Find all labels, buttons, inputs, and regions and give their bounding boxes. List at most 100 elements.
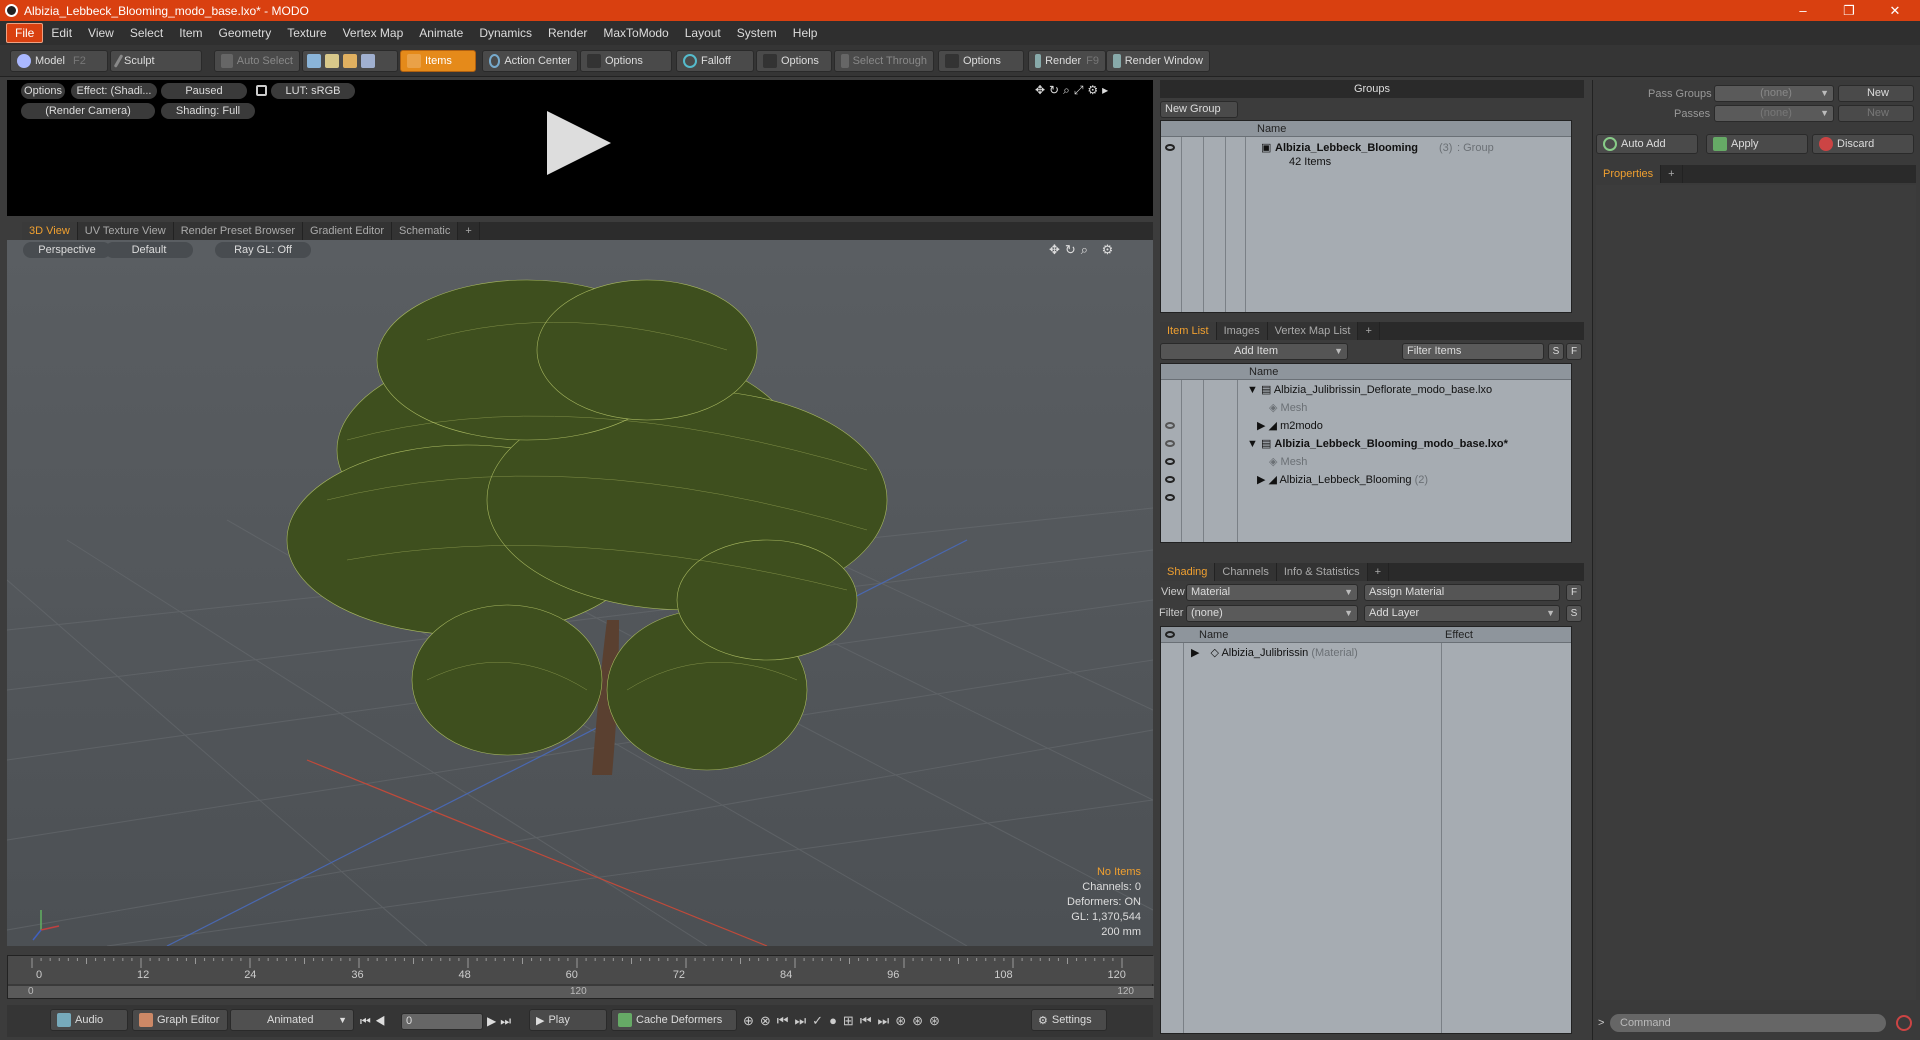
material-row[interactable]: ▶ ◇ Albizia_Julibrissin (Material) [1191,644,1358,662]
tab-properties[interactable]: Properties [1596,165,1662,183]
menu-texture[interactable]: Texture [279,24,334,42]
tab-info-statistics[interactable]: Info & Statistics [1276,563,1368,581]
restore-button[interactable]: ❐ [1826,0,1872,21]
menu-animate[interactable]: Animate [411,24,471,42]
view-dropdown[interactable]: Material ▼ [1186,584,1358,601]
menu-system[interactable]: System [729,24,785,42]
auto-add-button[interactable]: Auto Add [1596,134,1698,154]
list-item[interactable]: ▶ ◢ m2modo [1239,417,1323,435]
audio-button[interactable]: Audio [50,1009,128,1031]
lut-dropdown[interactable]: LUT: sRGB [271,83,355,99]
apply-button[interactable]: Apply [1706,134,1808,154]
menu-edit[interactable]: Edit [43,24,80,42]
materials-mode-icon[interactable] [361,54,375,68]
select-through-options-button[interactable]: Options [938,50,1024,72]
tab-3d-view[interactable]: 3D View [22,222,78,240]
shading-f-button[interactable]: F [1566,584,1582,601]
raygl-dropdown[interactable]: Ray GL: Off [215,242,311,258]
falloff-button[interactable]: Falloff [676,50,754,72]
pass-groups-dropdown[interactable]: (none) ▼ [1714,85,1834,102]
group-row[interactable]: ▣ Albizia_Lebbeck_Blooming (3) : Group [1165,139,1494,157]
add-layer-dropdown[interactable]: Add Layer ▼ [1364,605,1560,622]
new-pass-group-button[interactable]: New [1838,85,1914,102]
select-through-button[interactable]: Select Through [834,50,934,72]
tab-item-list[interactable]: Item List [1160,322,1217,340]
menu-maxtomodo[interactable]: MaxToModo [595,24,676,42]
eye-icon[interactable] [1165,144,1175,151]
auto-select-button[interactable]: Auto Select [214,50,300,72]
shading-s-button[interactable]: S [1566,605,1582,622]
menu-geometry[interactable]: Geometry [211,24,280,42]
minimize-button[interactable]: – [1780,0,1826,21]
preview-options-button[interactable]: Options [21,83,65,99]
timeline-range-bar[interactable]: 0 120 120 [8,986,1154,998]
eye-icon[interactable] [1165,458,1175,465]
command-input[interactable]: Command [1610,1014,1886,1032]
list-item[interactable]: ◈ Mesh [1239,453,1307,471]
add-tab-button[interactable]: + [1368,563,1390,581]
render-button[interactable]: Render F9 [1028,50,1106,72]
tab-images[interactable]: Images [1216,322,1268,340]
add-tab-button[interactable]: + [458,222,480,240]
menu-item[interactable]: Item [171,24,210,42]
projection-dropdown[interactable]: Perspective [23,242,111,258]
passes-dropdown[interactable]: (none) ▼ [1714,105,1834,122]
tab-channels[interactable]: Channels [1215,563,1277,581]
eye-icon[interactable] [1165,440,1175,447]
eye-icon[interactable] [1165,476,1175,483]
filter-items-input[interactable]: Filter Items [1402,343,1544,360]
model-button[interactable]: Model F2 [10,50,108,72]
cache-deformers-button[interactable]: Cache Deformers [611,1009,737,1031]
tab-shading[interactable]: Shading [1160,563,1216,581]
viewport-nav-icons[interactable]: ✥↻⌕ ⚙ [1049,242,1118,258]
key-tool-icons[interactable]: ⊕⊗⏮⏭✓●⊞⏮⏭⊛⊛⊛ [743,1013,946,1029]
effect-dropdown[interactable]: Effect: (Shadi... [71,83,157,99]
menu-render[interactable]: Render [540,24,595,42]
filter-s-button[interactable]: S [1548,343,1564,360]
falloff-options-button[interactable]: Options [756,50,832,72]
3d-viewport[interactable]: No Items Channels: 0 Deformers: ON GL: 1… [7,240,1153,946]
paused-toggle[interactable]: Paused [161,83,247,99]
animated-dropdown[interactable]: Animated ▼ [230,1009,354,1031]
menu-dynamics[interactable]: Dynamics [471,24,540,42]
render-window-button[interactable]: Render Window [1106,50,1210,72]
action-center-button[interactable]: Action Center [482,50,578,72]
render-preview[interactable]: Options Effect: (Shadi... Paused LUT: sR… [7,80,1153,216]
timeline[interactable]: 0 12 24 36 48 60 72 84 96 108 120 0 120 120 [7,955,1154,999]
play-icon[interactable] [547,111,611,175]
close-button[interactable]: ✕ [1872,0,1918,21]
action-center-options-button[interactable]: Options [580,50,672,72]
lock-icon[interactable] [256,85,267,96]
menu-file[interactable]: File [6,23,44,43]
tab-vertex-map-list[interactable]: Vertex Map List [1267,322,1359,340]
settings-button[interactable]: ⚙ Settings [1031,1009,1107,1031]
record-icon[interactable] [1896,1015,1912,1031]
menu-view[interactable]: View [80,24,122,42]
list-item[interactable]: ◈ Mesh [1239,399,1307,417]
item-list[interactable]: Name ▼ ▤ Albizia_Julibrissin_Deflorate_m… [1160,363,1572,543]
frame-step-back-icons[interactable]: ⏮◀ [360,1014,390,1029]
groups-list[interactable]: Name ▣ Albizia_Lebbeck_Blooming (3) : Gr… [1160,120,1572,313]
filter-dropdown[interactable]: (none) ▼ [1186,605,1358,622]
new-pass-button[interactable]: New [1838,105,1914,122]
menu-vertex-map[interactable]: Vertex Map [335,24,412,42]
items-mode-button[interactable]: Items [400,50,476,72]
sculpt-button[interactable]: Sculpt [110,50,202,72]
menu-select[interactable]: Select [122,24,171,42]
add-tab-button[interactable]: + [1661,165,1683,183]
shading-dropdown[interactable]: Shading: Full [161,103,255,119]
eye-icon[interactable] [1165,422,1175,429]
menu-layout[interactable]: Layout [677,24,729,42]
add-tab-button[interactable]: + [1358,322,1380,340]
play-button[interactable]: ▶ Play [529,1009,607,1031]
style-dropdown[interactable]: Default [105,242,193,258]
tab-schematic[interactable]: Schematic [392,222,459,240]
polygons-mode-icon[interactable] [343,54,357,68]
preview-nav-icons[interactable]: ✥↻⌕⤢⚙▸ [1035,83,1112,98]
tab-render-preset-browser[interactable]: Render Preset Browser [173,222,304,240]
discard-button[interactable]: Discard [1812,134,1914,154]
filter-f-button[interactable]: F [1566,343,1582,360]
eye-icon[interactable] [1165,494,1175,501]
eye-icon[interactable] [1165,629,1175,641]
menu-help[interactable]: Help [785,24,826,42]
